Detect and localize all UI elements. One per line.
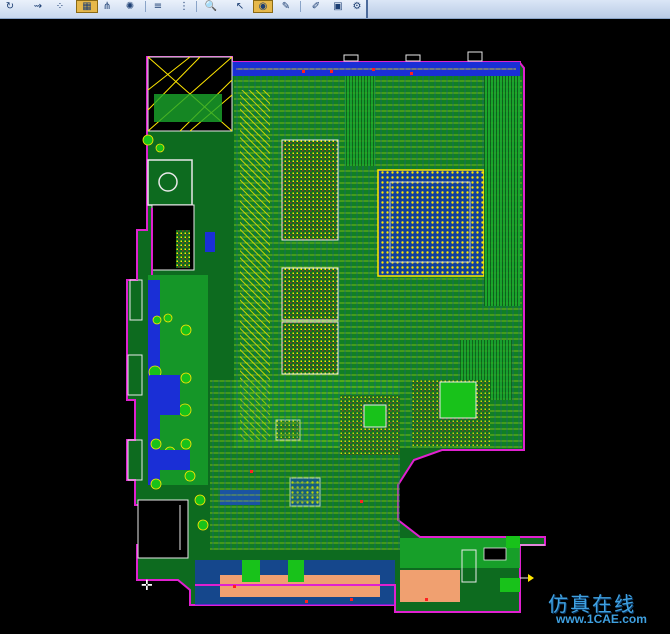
memory-chip (281, 321, 339, 375)
highlight-icon[interactable]: ◉ (253, 0, 273, 13)
arrow-marker (528, 574, 534, 582)
top-connector-pins (236, 65, 516, 71)
pad-array (176, 230, 190, 268)
inductor (363, 404, 387, 428)
upper-bus (345, 76, 375, 166)
connector-tab (405, 54, 421, 62)
toolbar-separator (300, 1, 301, 12)
toolbar-empty-area (368, 0, 670, 18)
inductor (439, 381, 477, 419)
dots-icon[interactable]: ⁘ (52, 0, 68, 13)
bottom-pad (288, 560, 304, 582)
settings-icon[interactable]: ⚙ (349, 0, 365, 13)
pad-area (154, 94, 222, 122)
bottom-pad (506, 536, 520, 548)
watermark: 仿真在线 www.1CAE.com (548, 588, 664, 628)
dimension-line (520, 544, 545, 579)
watermark-url: www.1CAE.com (556, 612, 647, 626)
cursor-icon[interactable]: ↖ (232, 0, 248, 13)
toolbar: ↻ ⇝ ⁘ ▦ ⋔ ✺ ≡ ⋮ 🔍 ↖ ◉ ✎ ✐ ▣ ⚙ (0, 0, 670, 19)
right-bus (484, 76, 520, 306)
component-outline (483, 547, 507, 561)
memory-chip (281, 267, 339, 321)
bottom-connector-pad (400, 570, 460, 602)
sun-icon[interactable]: ✺ (122, 0, 138, 13)
pen-icon[interactable]: ✎ (278, 0, 294, 13)
color-icon[interactable]: ▣ (330, 0, 346, 13)
route-icon[interactable]: ⇝ (30, 0, 46, 13)
toolbar-separator (196, 1, 197, 12)
bottom-pad (500, 578, 520, 592)
memory-chip (281, 139, 339, 241)
pcb-canvas[interactable]: ✛ 仿真在线 www.1CAE.com (0, 19, 670, 630)
pcb-layout[interactable] (0, 19, 670, 630)
rotate-icon[interactable]: ↻ (2, 0, 18, 13)
connector-tab (343, 54, 359, 62)
board-icon[interactable]: ▦ (76, 0, 98, 13)
zoom-icon[interactable]: 🔍 (203, 0, 219, 13)
cpu-bga (377, 169, 485, 277)
edit-icon[interactable]: ✐ (308, 0, 324, 13)
layer-icon[interactable]: ≡ (150, 0, 166, 13)
toolbar-separator (145, 1, 146, 12)
bottom-pad (242, 560, 260, 582)
tree-icon[interactable]: ⋔ (99, 0, 115, 13)
origin-marker-icon: ✛ (141, 578, 153, 594)
grid-icon[interactable]: ⋮ (176, 0, 192, 13)
connector-tab (467, 51, 483, 62)
